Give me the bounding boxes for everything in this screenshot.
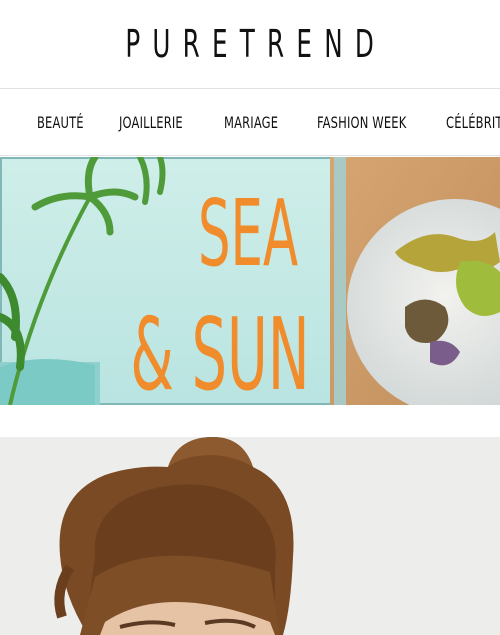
banner-headline-line2: & SUN bbox=[130, 296, 309, 405]
nav-item-fashion-week[interactable]: Fashion Week bbox=[317, 113, 406, 132]
nav-item-celebrites[interactable]: Célébrit bbox=[446, 113, 500, 132]
site-header: PURETREND bbox=[0, 0, 500, 89]
banner-illustration: SEA & SUN bbox=[0, 157, 500, 405]
main-nav: Beauté Joaillerie Mariage Fashion Week C… bbox=[0, 89, 500, 156]
section-spacer bbox=[0, 405, 500, 437]
article-photo[interactable] bbox=[0, 437, 500, 635]
nav-item-beaute[interactable]: Beauté bbox=[37, 113, 84, 132]
nav-item-mariage[interactable]: Mariage bbox=[224, 113, 278, 132]
promo-banner[interactable]: SEA & SUN bbox=[0, 157, 500, 405]
site-logo[interactable]: PURETREND bbox=[114, 22, 387, 66]
banner-headline-line1: SEA bbox=[198, 181, 298, 288]
nav-item-joaillerie[interactable]: Joaillerie bbox=[119, 113, 183, 132]
model-portrait bbox=[0, 437, 500, 635]
